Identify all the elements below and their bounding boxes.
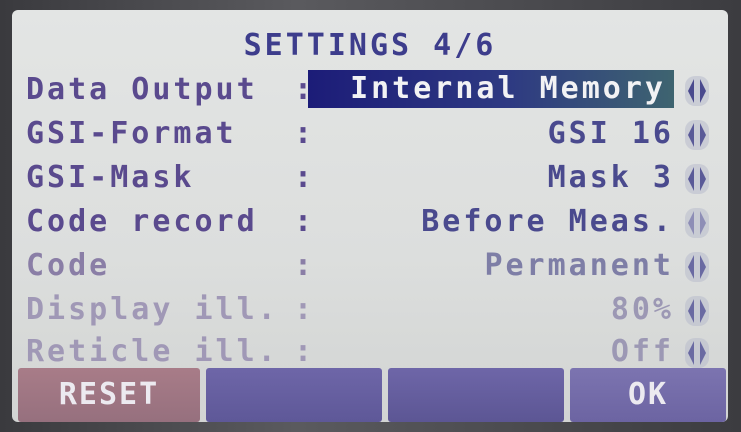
ok-button[interactable]: OK [570,368,726,422]
setting-row-data-output[interactable]: Data Output : Internal Memory [26,70,716,112]
setting-row-gsi-format[interactable]: GSI-Format : GSI 16 [26,116,716,156]
setting-colon: : [294,116,313,151]
setting-row-code[interactable]: Code : Permanent [26,248,716,288]
setting-colon: : [294,160,313,195]
setting-value[interactable]: Before Meas. [421,204,674,239]
left-right-arrows-icon[interactable] [684,206,710,240]
setting-row-display-ill[interactable]: Display ill. : 80% [26,292,716,332]
setting-label: Data Output [26,72,258,107]
setting-label: Display ill. [26,292,279,327]
setting-value[interactable]: Permanent [484,248,674,283]
setting-value[interactable]: 80% [611,292,674,327]
page-title: SETTINGS 4/6 [243,28,497,63]
reset-button[interactable]: RESET [18,368,200,422]
setting-label: GSI-Mask [26,160,195,195]
setting-value-selected[interactable]: Internal Memory [308,70,674,108]
left-right-arrows-icon[interactable] [684,294,710,328]
left-right-arrows-icon[interactable] [684,118,710,152]
left-right-arrows-icon[interactable] [684,74,710,108]
softkey-f3[interactable] [388,368,564,422]
softkey-f2[interactable] [206,368,382,422]
setting-value[interactable]: GSI 16 [548,116,674,151]
softkey-bar: RESET OK [12,368,728,422]
setting-colon: : [294,292,313,327]
setting-label: Code record [26,204,258,239]
setting-value[interactable]: Mask 3 [548,160,674,195]
setting-label: Reticle ill. [26,334,279,369]
setting-label: GSI-Format [26,116,237,151]
setting-colon: : [294,334,313,369]
setting-row-gsi-mask[interactable]: GSI-Mask : Mask 3 [26,160,716,200]
left-right-arrows-icon[interactable] [684,336,710,370]
left-right-arrows-icon[interactable] [684,162,710,196]
setting-colon: : [294,248,313,283]
setting-label: Code [26,248,111,283]
left-right-arrows-icon[interactable] [684,250,710,284]
lcd-screen: SETTINGS 4/6 Data Output : Internal Memo… [12,10,728,422]
setting-value[interactable]: Off [611,334,674,369]
setting-colon: : [294,204,313,239]
setting-row-code-record[interactable]: Code record : Before Meas. [26,204,716,244]
